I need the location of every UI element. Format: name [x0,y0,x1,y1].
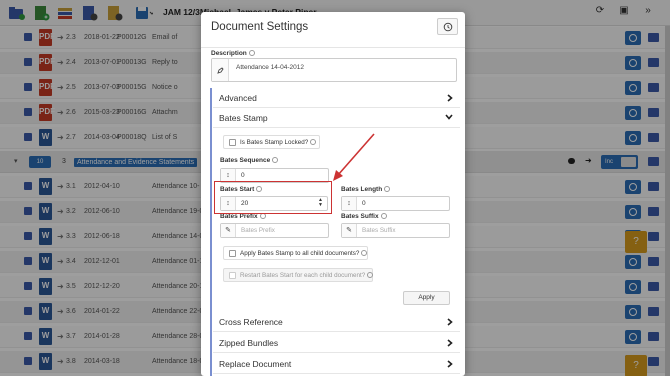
section-advanced[interactable]: Advanced [213,88,460,108]
sort-icon: ↕ [342,197,357,210]
history-icon [443,22,453,32]
section-bates-stamp[interactable]: Bates Stamp [213,108,460,128]
section-zipped-bundles[interactable]: Zipped Bundles [213,333,460,353]
edit-icon: ✎ [221,224,236,237]
history-button[interactable] [437,18,458,35]
divider [201,47,465,48]
edit-icon: ✎ [342,224,357,237]
info-icon [384,186,391,192]
bates-length-value: 0 [362,200,366,207]
bates-prefix-placeholder: Bates Prefix [241,227,275,234]
restart-bates-checkbox: Restart Bates Start for each child docum… [223,268,374,282]
section-label: Cross Reference [219,317,283,327]
chevron-down-icon [445,114,453,120]
bates-suffix-input[interactable]: ✎ Bates Suffix [341,223,450,238]
description-value: Attendance 14-04-2012 [236,64,304,71]
chevron-right-icon [447,94,453,102]
info-icon [380,213,387,219]
chevron-right-icon [447,339,453,347]
checkbox-label: Is Bates Stamp Locked? [240,139,317,146]
info-icon [367,272,374,278]
section-label: Replace Document [219,359,292,369]
bates-length-label: Bates Length [341,186,391,193]
section-label: Bates Stamp [219,113,268,123]
checkbox[interactable] [229,139,236,146]
checkbox-label: Restart Bates Start for each child docum… [240,272,374,279]
bates-sequence-value: 0 [241,172,245,179]
info-icon [272,157,279,163]
info-icon [248,50,255,56]
section-replace-document[interactable]: Replace Document [213,354,460,374]
checkbox[interactable] [229,250,236,257]
chevron-right-icon [447,360,453,368]
bates-locked-checkbox[interactable]: Is Bates Stamp Locked? [223,135,320,149]
section-label: Zipped Bundles [219,338,279,348]
bates-suffix-placeholder: Bates Suffix [362,227,396,234]
edit-icon [212,59,229,81]
description-label: Description [211,50,255,57]
info-icon [310,139,317,145]
description-field[interactable]: Attendance 14-04-2012 [211,58,457,82]
bates-prefix-label: Bates Prefix [220,213,266,220]
info-icon [361,250,368,256]
accent-bar [210,88,212,376]
section-label: Advanced [219,93,257,103]
bates-prefix-input[interactable]: ✎ Bates Prefix [220,223,329,238]
checkbox-label: Apply Bates Stamp to all child documents… [240,250,368,257]
apply-button[interactable]: Apply [403,291,450,305]
apply-to-children-checkbox[interactable]: Apply Bates Stamp to all child documents… [223,246,368,260]
bates-suffix-label: Bates Suffix [341,213,387,220]
chevron-right-icon [447,318,453,326]
section-cross-reference[interactable]: Cross Reference [213,312,460,332]
modal-title: Document Settings [211,21,309,33]
bates-length-input[interactable]: ↕ 0 [341,196,450,211]
highlight-box [214,181,332,214]
bates-sequence-label: Bates Sequence [220,157,279,164]
checkbox [229,272,236,279]
